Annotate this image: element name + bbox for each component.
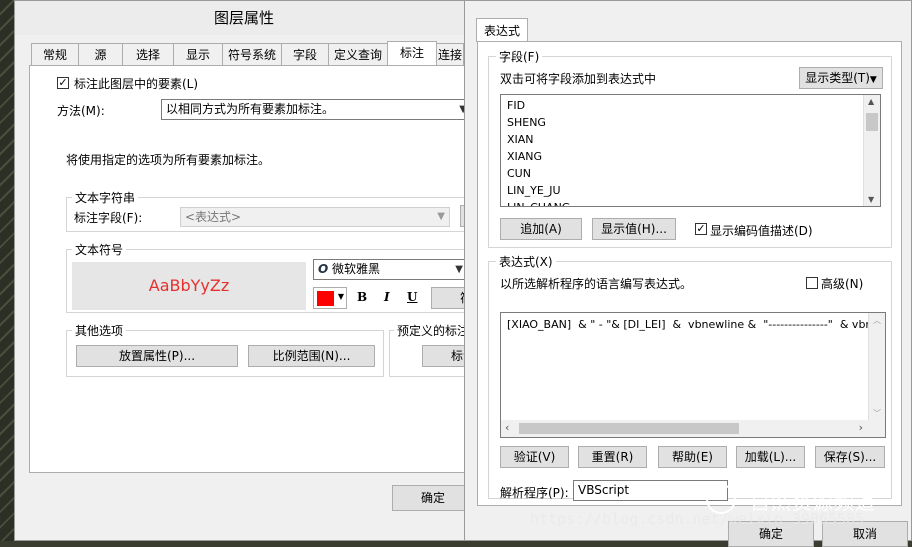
tab-joins[interactable]: 连接 bbox=[436, 43, 464, 66]
bold-button[interactable]: B bbox=[357, 290, 367, 304]
label-features-label: 标注此图层中的要素(L) bbox=[74, 77, 199, 91]
parser-label: 解析程序(P): bbox=[500, 486, 569, 500]
labels-tab-panel: ✓ 标注此图层中的要素(L) 方法(M): 以相同方式为所有要素加标注。 ▼ 将… bbox=[29, 65, 485, 473]
tab-display[interactable]: 显示 bbox=[173, 43, 223, 66]
chevron-down-icon: ▼ bbox=[455, 264, 463, 275]
field-list-item[interactable]: XIAN bbox=[507, 133, 534, 146]
scroll-down-icon: ﹀ bbox=[873, 409, 881, 418]
chevron-down-icon: ▼ bbox=[337, 292, 344, 301]
advanced-checkbox[interactable] bbox=[806, 277, 818, 289]
save-button[interactable]: 保存(S)... bbox=[815, 446, 885, 468]
info-text: 将使用指定的选项为所有要素加标注。 bbox=[66, 153, 271, 167]
tab-selection[interactable]: 选择 bbox=[122, 43, 174, 66]
label-features-checkbox[interactable]: ✓ bbox=[57, 77, 69, 89]
add-button[interactable]: 追加(A) bbox=[500, 218, 582, 240]
method-label: 方法(M): bbox=[57, 104, 105, 118]
field-list-item[interactable]: SHENG bbox=[507, 116, 546, 129]
window-title: 图层属性 bbox=[15, 1, 473, 35]
color-picker[interactable]: ▼ bbox=[313, 287, 347, 309]
tab-source[interactable]: 源 bbox=[78, 43, 123, 66]
expression-window: 表达式 字段(F) 双击可将字段添加到表达式中 显示类型(T)▼ FID SHEN… bbox=[464, 0, 912, 547]
label-field-select[interactable]: <表达式> ▼ bbox=[180, 207, 450, 227]
font-icon: O bbox=[318, 262, 329, 276]
show-coded-desc-label: 显示编码值描述(D) bbox=[710, 224, 813, 238]
label-field-label: 标注字段(F): bbox=[74, 211, 143, 225]
font-select[interactable]: O 微软雅黑 ▼ bbox=[313, 259, 468, 280]
tab-fields[interactable]: 字段 bbox=[281, 43, 329, 66]
color-swatch bbox=[317, 291, 334, 306]
fields-hint: 双击可将字段添加到表达式中 bbox=[500, 72, 657, 86]
field-list-item[interactable]: CUN bbox=[507, 167, 531, 180]
watermark-url: https://blog.csdn.net/weixin_39065585 bbox=[530, 510, 865, 528]
show-type-button[interactable]: 显示类型(T)▼ bbox=[799, 67, 883, 89]
show-type-label: 显示类型(T) bbox=[805, 71, 870, 85]
show-values-button[interactable]: 显示值(H)... bbox=[592, 218, 676, 240]
parser-select[interactable]: VBScript bbox=[573, 480, 728, 501]
hscroll-thumb[interactable] bbox=[519, 423, 739, 434]
underline-button[interactable]: U bbox=[407, 290, 417, 304]
chevron-down-icon: ▼ bbox=[869, 75, 877, 85]
scroll-down-icon: ▼ bbox=[868, 195, 875, 204]
scroll-up-icon: ▲ bbox=[868, 97, 875, 106]
placement-properties-button[interactable]: 放置属性(P)... bbox=[76, 345, 238, 367]
expression-panel: 字段(F) 双击可将字段添加到表达式中 显示类型(T)▼ FID SHENG XIA… bbox=[477, 41, 902, 506]
font-name: 微软雅黑 bbox=[332, 262, 381, 276]
expression-text: [XIAO_BAN] & " - "& [DI_LEI] & vbnewline… bbox=[507, 318, 886, 331]
expression-group-label: 表达式(X) bbox=[496, 253, 556, 270]
field-list-item[interactable]: XIANG bbox=[507, 150, 542, 163]
tab-labels[interactable]: 标注 bbox=[387, 41, 437, 66]
show-coded-desc-checkbox[interactable]: ✓ bbox=[695, 223, 707, 235]
symbol-preview: AaBbYyZz bbox=[72, 262, 306, 310]
scroll-up-icon: ︿ bbox=[873, 316, 881, 325]
scale-range-button[interactable]: 比例范围(N)... bbox=[248, 345, 375, 367]
tab-symbology[interactable]: 符号系统 bbox=[222, 43, 282, 66]
scroll-right-icon: › bbox=[858, 421, 863, 434]
field-list-item[interactable]: LIN_YE_JU bbox=[507, 184, 561, 197]
expression-hscroll[interactable]: ‹ › bbox=[501, 420, 885, 437]
expression-vscroll[interactable]: ︿ ﹀ bbox=[868, 313, 885, 421]
method-select[interactable]: 以相同方式为所有要素加标注。 ▼ bbox=[161, 99, 472, 120]
tab-expression[interactable]: 表达式 bbox=[476, 18, 528, 42]
layer-properties-window: 图层属性 常规 源 选择 显示 符号系统 字段 定义查询 标注 连接 ✓ 标注此… bbox=[14, 0, 485, 541]
verify-button[interactable]: 验证(V) bbox=[500, 446, 569, 468]
load-button[interactable]: 加载(L)... bbox=[736, 446, 805, 468]
method-value: 以相同方式为所有要素加标注。 bbox=[166, 102, 335, 116]
tab-general[interactable]: 常规 bbox=[31, 43, 79, 66]
expression-hint: 以所选解析程序的语言编写表达式。 bbox=[500, 277, 693, 291]
tab-definition-query[interactable]: 定义查询 bbox=[328, 43, 388, 66]
help-button[interactable]: 帮助(E) bbox=[658, 446, 727, 468]
advanced-label: 高级(N) bbox=[821, 277, 864, 291]
text-symbol-group-label: 文本符号 bbox=[72, 241, 127, 258]
other-options-label: 其他选项 bbox=[72, 322, 127, 339]
reset-button[interactable]: 重置(R) bbox=[578, 446, 647, 468]
fields-scrollbar[interactable]: ▲ ▼ bbox=[863, 95, 880, 206]
chevron-down-icon: ▼ bbox=[437, 211, 445, 222]
label-field-value: <表达式> bbox=[185, 210, 242, 224]
scroll-left-icon: ‹ bbox=[505, 421, 510, 434]
fields-list[interactable]: FID SHENG XIAN XIANG CUN LIN_YE_JU LIN_CHANG ▲… bbox=[500, 94, 881, 207]
field-list-item[interactable]: LIN_CHANG bbox=[507, 201, 570, 206]
italic-button[interactable]: I bbox=[384, 290, 390, 304]
ok-button[interactable]: 确定 bbox=[392, 485, 474, 511]
expression-textarea[interactable]: [XIAO_BAN] & " - "& [DI_LEI] & vbnewline… bbox=[500, 312, 886, 438]
scroll-thumb[interactable] bbox=[866, 113, 878, 131]
text-string-group-label: 文本字符串 bbox=[72, 189, 139, 206]
field-list-item[interactable]: FID bbox=[507, 99, 525, 112]
fields-group-label: 字段(F) bbox=[496, 48, 543, 65]
